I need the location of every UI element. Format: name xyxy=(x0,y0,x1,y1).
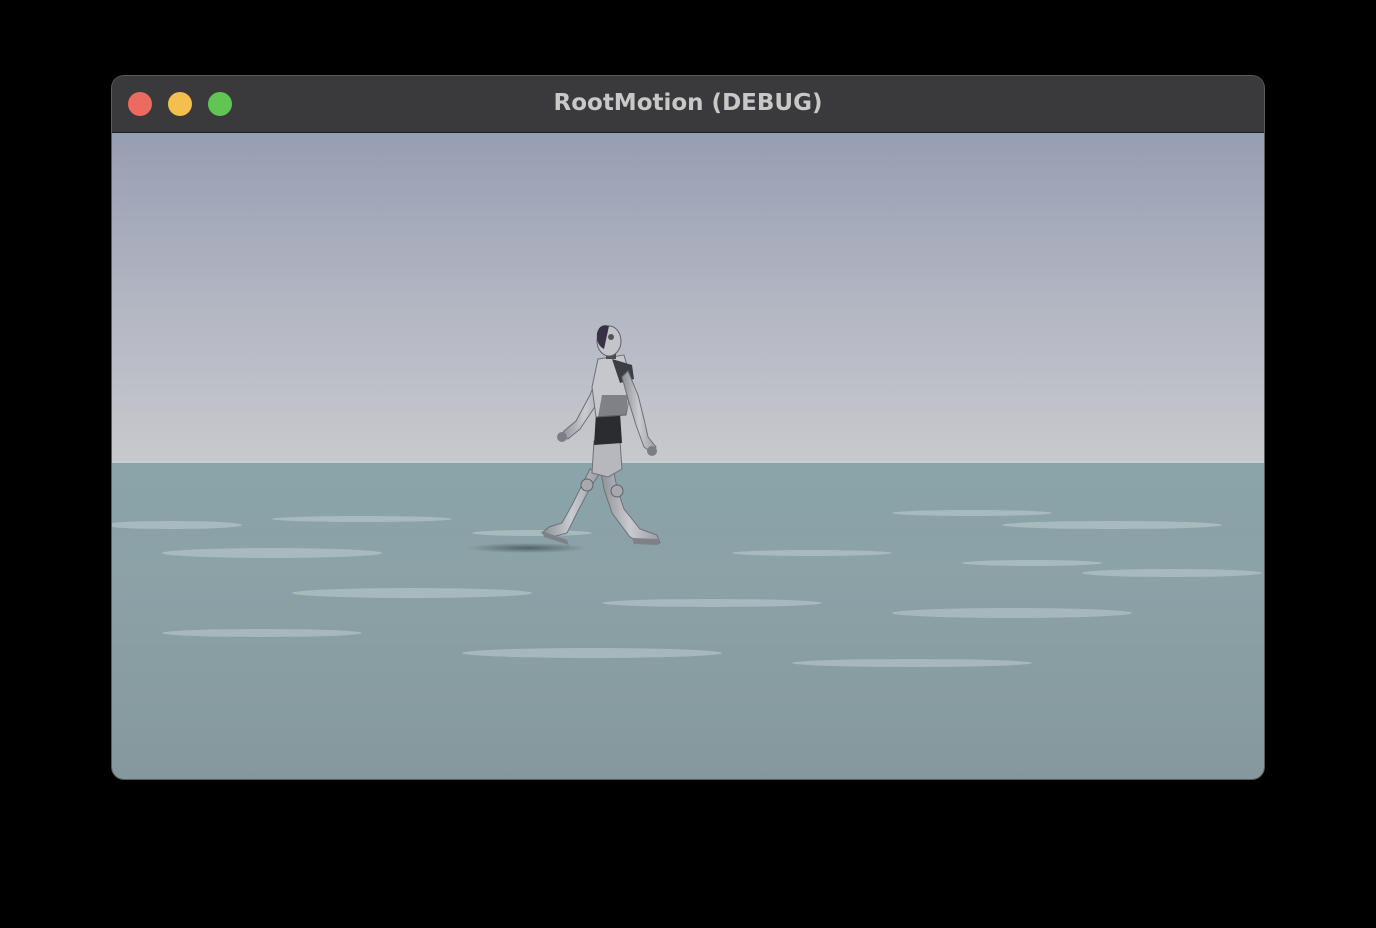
game-viewport[interactable] xyxy=(112,133,1264,779)
window-title: RootMotion (DEBUG) xyxy=(553,90,823,116)
ground-plane xyxy=(112,461,1264,779)
scene-render xyxy=(112,133,1264,779)
character-shadow xyxy=(467,543,587,553)
sky xyxy=(112,133,1264,463)
app-window: RootMotion (DEBUG) xyxy=(112,76,1264,779)
title-bar[interactable]: RootMotion (DEBUG) xyxy=(112,76,1264,133)
